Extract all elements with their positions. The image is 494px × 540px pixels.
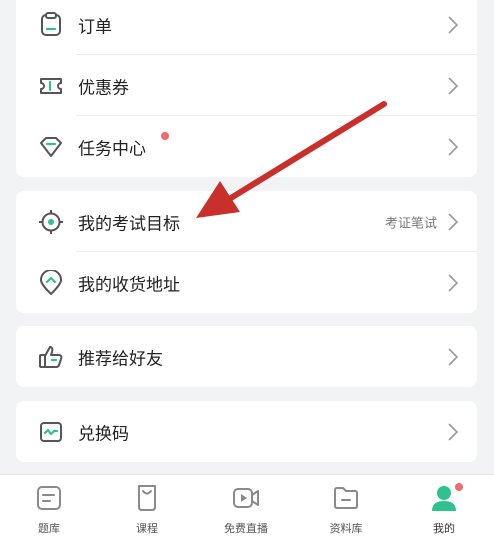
chevron-right-icon [448, 212, 459, 231]
menu-item-order[interactable]: 订单 [16, 0, 477, 55]
tab-label: 免费直播 [224, 522, 268, 535]
tab-label: 题库 [38, 522, 60, 535]
tab-course[interactable]: 课程 [98, 475, 196, 540]
notification-dot [455, 483, 463, 491]
tab-label: 我的 [433, 522, 455, 535]
coupon-icon [40, 77, 62, 94]
chevron-right-icon [448, 422, 459, 441]
bottom-tab-bar: 题库 课程 免费直播 资料库 我的 [0, 474, 494, 540]
chevron-right-icon [448, 137, 459, 156]
tab-profile[interactable]: 我的 [395, 475, 493, 540]
menu-item-recommend-label: 推荐给好友 [78, 349, 163, 369]
thumbs-up-icon [39, 345, 63, 368]
tab-question-bank[interactable]: 题库 [0, 475, 98, 540]
menu-item-redeem-code[interactable]: 兑换码 [16, 401, 477, 462]
menu-item-task-center[interactable]: 任务中心 [16, 116, 477, 177]
menu-item-task-center-label: 任务中心 [78, 139, 146, 159]
menu-item-exam-target-label: 我的考试目标 [78, 214, 180, 234]
location-icon [40, 269, 62, 295]
order-icon [41, 11, 61, 36]
menu-item-coupon-label: 优惠券 [78, 78, 129, 98]
notification-dot [161, 132, 169, 140]
menu-item-address[interactable]: 我的收货地址 [16, 252, 477, 313]
target-icon [39, 209, 63, 234]
course-icon [138, 485, 156, 511]
folder-icon [334, 487, 358, 509]
exam-target-value: 考证笔试 [384, 216, 437, 231]
menu-card-account: 订单 优惠券 任务中心 [16, 0, 477, 177]
chevron-right-icon [448, 76, 459, 95]
menu-card-personal: 我的考试目标 考证笔试 我的收货地址 [16, 191, 477, 313]
chevron-right-icon [448, 273, 459, 292]
menu-item-order-label: 订单 [78, 17, 112, 37]
menu-card-redeem: 兑换码 [16, 401, 477, 462]
task-center-icon [40, 136, 62, 157]
chevron-right-icon [448, 15, 459, 34]
question-bank-icon [37, 486, 61, 510]
redeem-code-icon [40, 421, 62, 442]
menu-item-address-label: 我的收货地址 [78, 275, 180, 295]
live-video-icon [233, 488, 259, 508]
tab-label: 资料库 [329, 522, 363, 535]
menu-item-coupon[interactable]: 优惠券 [16, 55, 477, 116]
menu-item-exam-target[interactable]: 我的考试目标 考证笔试 [16, 191, 477, 252]
tab-free-live[interactable]: 免费直播 [197, 475, 295, 540]
menu-item-redeem-code-label: 兑换码 [78, 424, 129, 444]
tab-label: 课程 [136, 522, 158, 535]
menu-card-share: 推荐给好友 [16, 326, 477, 387]
tab-library[interactable]: 资料库 [297, 475, 395, 540]
chevron-right-icon [448, 347, 459, 366]
menu-item-recommend[interactable]: 推荐给好友 [16, 326, 477, 387]
